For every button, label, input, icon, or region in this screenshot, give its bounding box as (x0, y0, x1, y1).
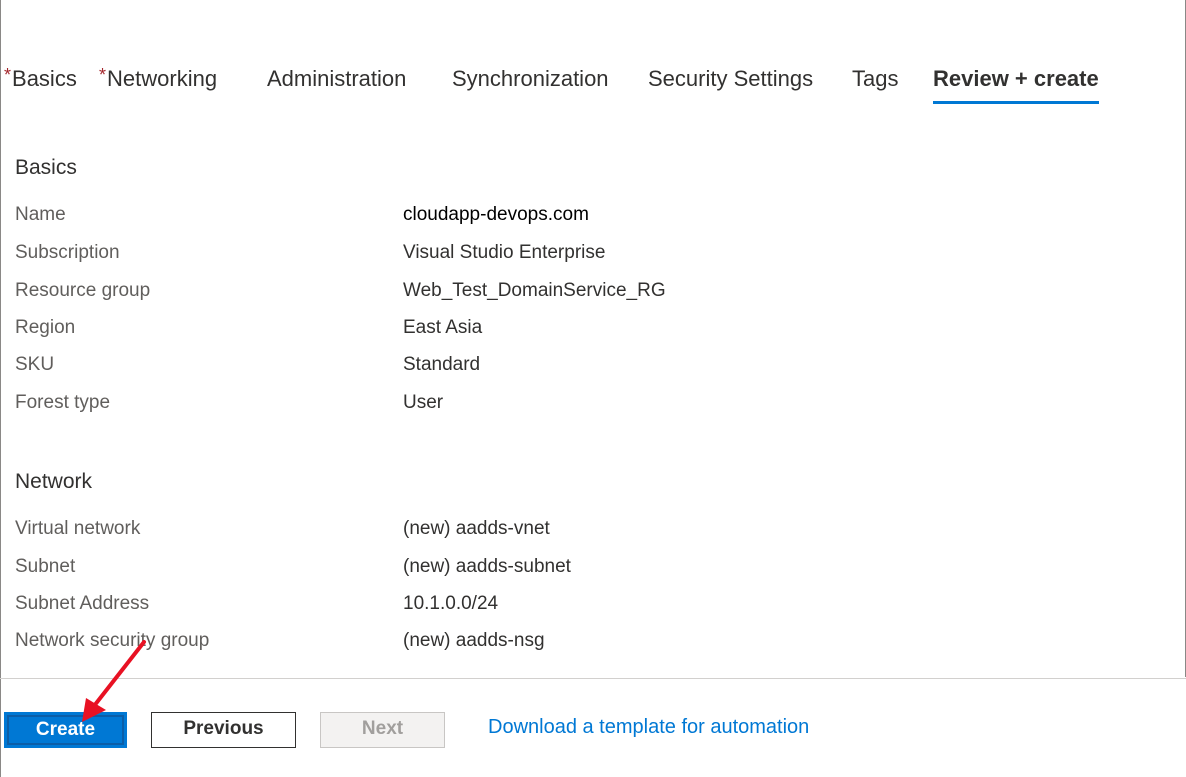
annotation-arrow-icon (82, 640, 146, 722)
section-title-network: Network (15, 470, 93, 493)
download-template-link[interactable]: Download a template for automation (488, 716, 809, 739)
row-label: Subnet (15, 556, 76, 577)
previous-button[interactable]: Previous (151, 712, 296, 748)
tab-label: Review + create (933, 66, 1099, 91)
row-value: Standard (403, 354, 481, 375)
row-label: Subscription (15, 242, 120, 263)
tab-review-create[interactable]: Review + create (933, 58, 1099, 104)
required-marker: * (4, 65, 12, 85)
row-value: Visual Studio Enterprise (403, 242, 606, 263)
row-label: SKU (15, 354, 55, 375)
tab-label: Networking (107, 66, 218, 91)
row-value: cloudapp-devops.com (403, 204, 589, 225)
row-label: Virtual network (15, 518, 141, 539)
window-left-border (0, 0, 1, 777)
row-value: (new) aadds-subnet (403, 556, 571, 577)
row-value: 10.1.0.0/24 (403, 593, 499, 614)
row-label: Forest type (15, 392, 111, 413)
tab-label: Synchronization (452, 66, 609, 91)
tab-security-settings[interactable]: Security Settings (648, 58, 813, 104)
tab-basics[interactable]: *Basics (4, 58, 77, 104)
row-label: Region (15, 317, 76, 338)
required-marker: * (99, 65, 107, 85)
tab-tags[interactable]: Tags (852, 58, 898, 104)
footer-divider (0, 678, 1186, 679)
row-label: Resource group (15, 280, 151, 301)
tab-label: Basics (12, 66, 77, 91)
row-value: (new) aadds-vnet (403, 518, 550, 539)
tab-synchronization[interactable]: Synchronization (452, 58, 609, 104)
row-label: Subnet Address (15, 593, 150, 614)
tab-administration[interactable]: Administration (267, 58, 406, 104)
row-value: (new) aadds-nsg (403, 630, 545, 651)
row-value: East Asia (403, 317, 483, 338)
row-label: Name (15, 204, 66, 225)
tab-label: Security Settings (648, 66, 814, 91)
tab-networking[interactable]: *Networking (99, 58, 217, 104)
tab-label: Administration (267, 66, 407, 91)
section-title-basics: Basics (15, 156, 77, 179)
row-value: Web_Test_DomainService_RG (403, 280, 666, 301)
tab-label: Tags (852, 66, 899, 91)
next-button: Next (320, 712, 445, 748)
row-value: User (403, 392, 444, 413)
